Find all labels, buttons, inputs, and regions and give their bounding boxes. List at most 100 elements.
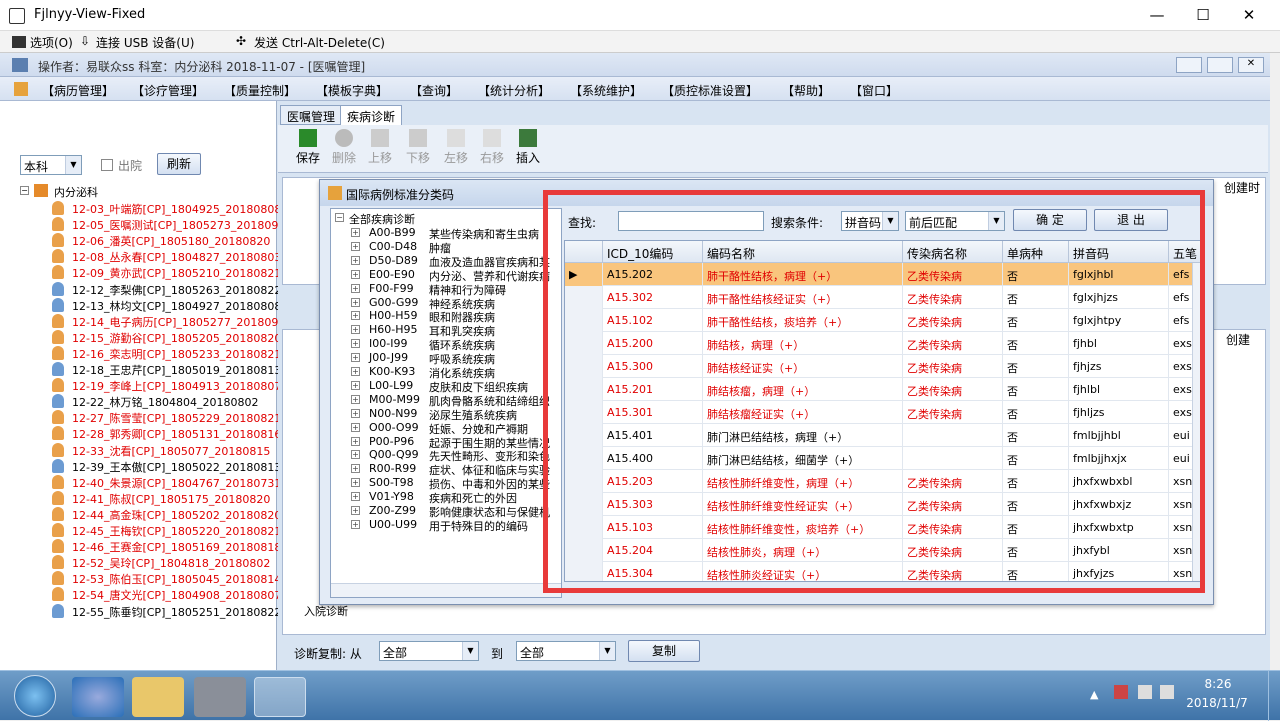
patient-item[interactable]: 12-39_王本傲[CP]_1805022_20180813 — [0, 458, 281, 474]
menu-item[interactable]: 【质控标准设置】 — [662, 82, 758, 99]
inner-close-button[interactable]: ✕ — [1238, 57, 1264, 73]
patient-item[interactable]: 12-40_朱景源[CP]_1804767_20180731 — [0, 474, 281, 490]
patient-item[interactable]: 12-09_黄亦武[CP]_1805210_20180821 — [0, 264, 281, 280]
explorer-icon[interactable] — [132, 677, 184, 717]
tray-flag-icon[interactable] — [1114, 685, 1128, 699]
patient-item[interactable]: 12-13_林均文[CP]_1804927_20180808 — [0, 297, 281, 313]
patient-item[interactable]: 12-14_电子病历[CP]_1805277_201809 — [0, 313, 278, 329]
tray-chevron-icon[interactable]: ▲ — [1090, 688, 1098, 701]
disease-category[interactable]: + P00-P96 起源于围生期的某些情况 — [331, 435, 561, 450]
patient-item[interactable]: 12-06_潘英[CP]_1805180_20180820 — [0, 232, 276, 248]
menu-item[interactable]: 【窗口】 — [850, 82, 898, 99]
cad-menu[interactable]: 发送 Ctrl-Alt-Delete(C) — [254, 34, 385, 51]
expand-icon[interactable]: + — [351, 380, 360, 390]
delete-button[interactable]: 删除 — [324, 129, 364, 169]
expand-icon[interactable]: + — [351, 408, 360, 418]
patient-item[interactable]: 12-28_郭秀卿[CP]_1805131_20180816 — [0, 425, 281, 441]
menu-item[interactable]: 【系统维护】 — [570, 82, 642, 99]
disease-category[interactable]: + S00-T98 损伤、中毒和外因的某些 — [331, 476, 561, 491]
disease-category[interactable]: + K00-K93 消化系统疾病 — [331, 365, 561, 380]
patient-item[interactable]: 12-08_丛永春[CP]_1804827_20180803 — [0, 248, 281, 264]
expand-icon[interactable]: + — [351, 367, 360, 376]
patient-item[interactable]: 12-18_王忠芹[CP]_1805019_20180813 — [0, 361, 281, 377]
move-down-button[interactable]: 下移 — [398, 129, 438, 169]
patient-item[interactable]: 12-53_陈伯玉[CP]_1805045_20180814 — [0, 570, 281, 586]
patient-item[interactable]: 12-33_沈看[CP]_1805077_20180815 — [0, 442, 276, 458]
disease-category[interactable]: + E00-E90 内分泌、营养和代谢疾病 — [331, 268, 561, 283]
tab-orders[interactable]: 医嘱管理 — [280, 105, 343, 125]
tray-network-icon[interactable] — [1138, 685, 1152, 699]
patient-item[interactable]: 12-22_林万铭_1804804_20180802 — [0, 393, 276, 409]
move-up-button[interactable]: 上移 — [360, 129, 400, 169]
disease-category[interactable]: + L00-L99 皮肤和皮下组织疾病 — [331, 379, 561, 394]
refresh-button[interactable]: 刷新 — [157, 153, 201, 175]
expand-icon[interactable]: + — [351, 478, 360, 488]
move-right-button[interactable]: 右移 — [472, 129, 512, 169]
patient-item[interactable]: 12-19_李峰上[CP]_1804913_20180807 — [0, 377, 281, 393]
expand-icon[interactable]: + — [351, 422, 360, 432]
his-app-icon[interactable] — [254, 677, 306, 717]
expand-icon[interactable]: + — [351, 436, 360, 446]
expand-icon[interactable]: + — [351, 255, 360, 265]
disease-category[interactable]: + H60-H95 耳和乳突疾病 — [331, 323, 561, 338]
expand-icon[interactable]: + — [351, 339, 360, 349]
patient-item[interactable]: 12-45_王梅钦[CP]_1805220_20180821 — [0, 522, 281, 538]
menu-item[interactable]: 【病历管理】 — [42, 82, 114, 99]
disease-category[interactable]: + O00-O99 妊娠、分娩和产褥期 — [331, 421, 561, 436]
tree-hscrollbar[interactable] — [331, 583, 561, 597]
disease-category[interactable]: + M00-M99 肌肉骨骼系统和结缔组织 — [331, 393, 561, 408]
menu-item[interactable]: 【帮助】 — [782, 82, 830, 99]
expand-icon[interactable]: + — [351, 450, 360, 460]
patient-item[interactable]: 12-16_栾志明[CP]_1805233_20180821 — [0, 345, 281, 361]
patient-item[interactable]: 12-54_唐文光[CP]_1804908_20180807 — [0, 586, 281, 602]
copy-button[interactable]: 复制 — [628, 640, 700, 662]
tray-volume-icon[interactable] — [1160, 685, 1174, 699]
disease-category[interactable]: + U00-U99 用于特殊目的的编码 — [331, 518, 561, 533]
copy-from-select[interactable]: 全部 ▼ — [379, 641, 479, 661]
menu-item[interactable]: 【诊疗管理】 — [132, 82, 204, 99]
expand-icon[interactable]: + — [351, 325, 360, 335]
minimize-button[interactable]: — — [1134, 0, 1180, 31]
disease-category[interactable]: + N00-N99 泌尿生殖系统疾病 — [331, 407, 561, 422]
clock-time[interactable]: 8:26 — [1196, 677, 1240, 691]
expand-icon[interactable]: + — [351, 506, 360, 515]
patient-item[interactable]: 12-55_陈垂钧[CP]_1805251_20180822 — [0, 603, 281, 619]
expand-icon[interactable]: + — [351, 394, 360, 404]
discharged-checkbox[interactable] — [101, 159, 113, 171]
remote-tool-icon[interactable] — [194, 677, 246, 717]
disease-category[interactable]: + R00-R99 症状、体征和临床与实验 — [331, 462, 561, 477]
inner-minimize-button[interactable] — [1176, 57, 1202, 73]
clock-date[interactable]: 2018/11/7 — [1180, 696, 1254, 710]
menu-item[interactable]: 【模板字典】 — [316, 82, 388, 99]
tab-diagnosis[interactable]: 疾病诊断 — [340, 105, 403, 125]
menu-item[interactable]: 【统计分析】 — [478, 82, 550, 99]
disease-category[interactable]: + V01-Y98 疾病和死亡的外因 — [331, 490, 561, 505]
disease-category[interactable]: + G00-G99 神经系统疾病 — [331, 296, 561, 311]
expand-icon[interactable]: + — [351, 519, 360, 529]
show-desktop-button[interactable] — [1268, 671, 1280, 721]
patient-item[interactable]: 12-12_李梨佛[CP]_1805263_20180822 — [0, 281, 281, 297]
expand-icon[interactable]: + — [351, 464, 360, 474]
close-button[interactable]: ✕ — [1226, 0, 1272, 31]
patient-item[interactable]: 12-03_叶端筋[CP]_1804925_20180808 — [0, 200, 281, 216]
expand-icon[interactable]: + — [351, 311, 360, 321]
insert-button[interactable]: 插入 — [508, 129, 548, 169]
patient-item[interactable]: 12-44_高金珠[CP]_1805202_20180820 — [0, 506, 281, 522]
disease-category[interactable]: + D50-D89 血液及造血器官疾病和某 — [331, 254, 561, 269]
disease-category[interactable]: + A00-B99 某些传染病和寄生虫病 — [331, 226, 561, 241]
disease-category[interactable]: + I00-I99 循环系统疾病 — [331, 337, 561, 352]
patient-item[interactable]: 12-46_王赛金[CP]_1805169_20180818 — [0, 538, 281, 554]
disease-category[interactable]: + H00-H59 眼和附器疾病 — [331, 309, 561, 324]
collapse-icon[interactable]: − — [20, 186, 29, 195]
disease-category[interactable]: + J00-J99 呼吸系统疾病 — [331, 351, 561, 366]
expand-icon[interactable]: + — [351, 283, 360, 293]
patient-item[interactable]: 12-15_游勤谷[CP]_1805205_20180820 — [0, 329, 281, 345]
expand-icon[interactable]: + — [351, 241, 360, 251]
expand-icon[interactable]: + — [351, 492, 360, 502]
expand-icon[interactable]: + — [351, 297, 360, 307]
disease-category[interactable]: + C00-D48 肿瘤 — [331, 240, 561, 255]
usb-menu[interactable]: 连接 USB 设备(U) — [96, 34, 194, 51]
patient-item[interactable]: 12-52_吴玲[CP]_1804818_20180802 — [0, 554, 276, 570]
ie-icon[interactable] — [72, 677, 124, 717]
save-button[interactable]: 保存 — [288, 129, 328, 169]
